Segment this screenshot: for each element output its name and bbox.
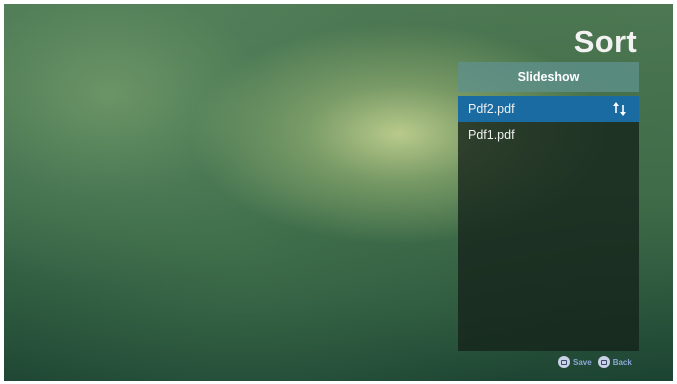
sort-screen: Sort Slideshow Pdf2.pdf Pdf1.pdf Save Ba… — [4, 4, 673, 381]
slideshow-button[interactable]: Slideshow — [458, 62, 639, 92]
back-hint[interactable]: Back — [613, 358, 632, 367]
list-item[interactable]: Pdf1.pdf — [458, 122, 639, 148]
save-hint[interactable]: Save — [573, 358, 592, 367]
footer-hints: Save Back — [558, 355, 638, 369]
list-item[interactable]: Pdf2.pdf — [458, 96, 639, 122]
sort-arrows-icon[interactable] — [612, 100, 628, 118]
list-item-label: Pdf1.pdf — [468, 128, 515, 142]
remote-key-icon — [558, 356, 570, 368]
list-item-label: Pdf2.pdf — [468, 102, 515, 116]
slideshow-button-label: Slideshow — [517, 70, 580, 84]
page-title: Sort — [573, 24, 637, 59]
file-list: Pdf2.pdf Pdf1.pdf — [458, 96, 639, 351]
remote-key-icon — [597, 356, 610, 368]
